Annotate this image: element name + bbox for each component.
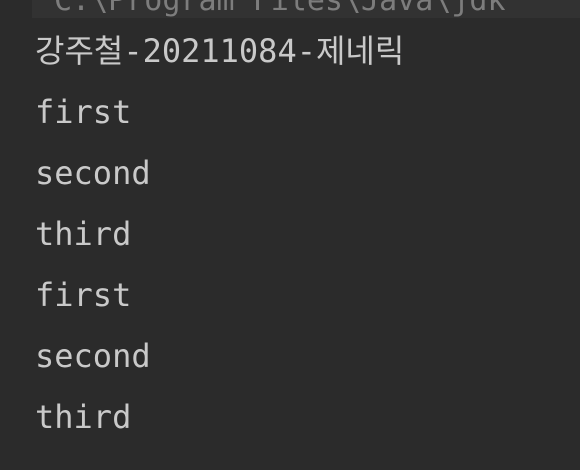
output-line: second	[35, 154, 151, 192]
output-line: first	[35, 276, 132, 314]
output-line: first	[35, 93, 132, 131]
console-output-lines: 강주철-20211084-제네릭 first second third firs…	[35, 26, 580, 453]
run-command-line: C:\Program Files\Java\jdk	[32, 0, 580, 18]
output-line: 강주철-20211084-제네릭	[35, 32, 405, 70]
console-output-panel[interactable]: C:\Program Files\Java\jdk 강주철-20211084-제…	[0, 0, 580, 470]
output-line: second	[35, 337, 151, 375]
output-line: third	[35, 398, 132, 436]
output-line: third	[35, 215, 132, 253]
